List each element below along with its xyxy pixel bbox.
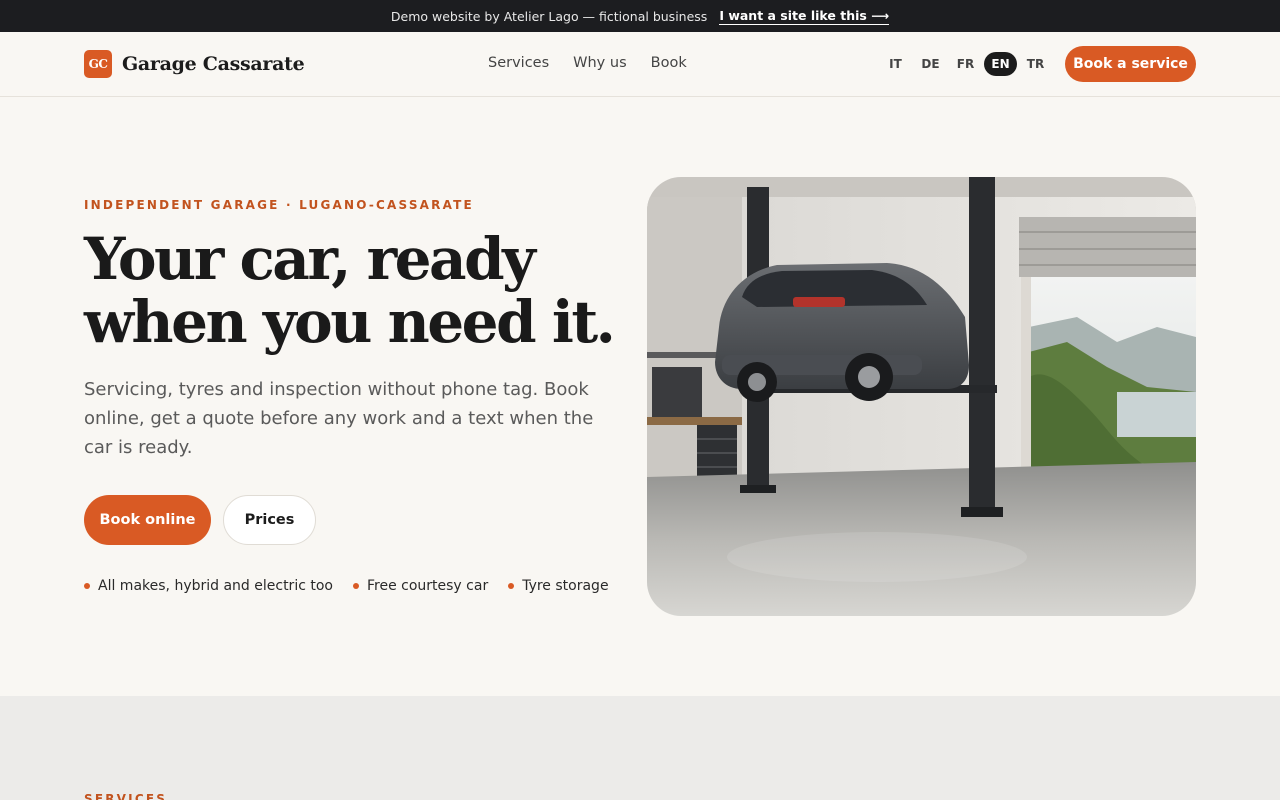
demo-banner-text: Demo website by Atelier Lago — fictional… [390,8,708,24]
lang-de[interactable]: DE [914,52,947,76]
bullet-dot-icon [352,583,359,589]
bullet-dot-icon [508,583,515,589]
hero-lead: Servicing, tyres and inspection without … [84,379,594,458]
services-section: SERVICES [0,696,1280,800]
lang-it[interactable]: IT [879,52,912,76]
feature-item: Tyre storage [508,578,609,594]
feature-item: All makes, hybrid and electric too [84,578,333,594]
language-switcher: IT DE FR EN TR [879,52,1052,76]
hero-garage-image [647,177,1196,616]
demo-banner: Demo website by Atelier Lago — fictional… [0,0,1280,32]
main-nav: Services Why us Book [488,55,687,71]
hero-headline-line1: Your car, ready [84,225,536,293]
feature-label: All makes, hybrid and electric too [98,578,333,594]
services-eyebrow: SERVICES [84,792,168,800]
hero-features: All makes, hybrid and electric too Free … [84,578,609,594]
hero-headline-line2: when you need it. [84,288,616,356]
bullet-dot-icon [84,583,90,589]
brand-logo[interactable]: GC Garage Cassarate [84,50,305,78]
nav-services[interactable]: Services [488,55,549,71]
hero-eyebrow: INDEPENDENT GARAGE · LUGANO-CASSARATE [84,198,474,212]
nav-why-us[interactable]: Why us [573,55,626,71]
brand-name: Garage Cassarate [122,53,305,75]
hero-cta-row: Book online Prices [84,495,316,545]
lang-tr[interactable]: TR [1019,52,1052,76]
book-service-button[interactable]: Book a service [1065,46,1196,82]
feature-label: Free courtesy car [366,578,489,594]
lang-fr[interactable]: FR [949,52,982,76]
feature-item: Free courtesy car [352,578,489,594]
hero-headline: Your car, ready when you need it. [84,228,624,354]
garage-illustration [647,177,1196,616]
site-header: GC Garage Cassarate Services Why us Book… [0,32,1280,97]
logo-badge: GC [84,50,112,78]
feature-label: Tyre storage [522,578,609,594]
book-online-button[interactable]: Book online [84,495,211,545]
nav-book[interactable]: Book [651,55,687,71]
site-like-this-link[interactable]: I want a site like this ⟶ [719,8,890,25]
lang-en[interactable]: EN [984,52,1017,76]
prices-button[interactable]: Prices [223,495,316,545]
